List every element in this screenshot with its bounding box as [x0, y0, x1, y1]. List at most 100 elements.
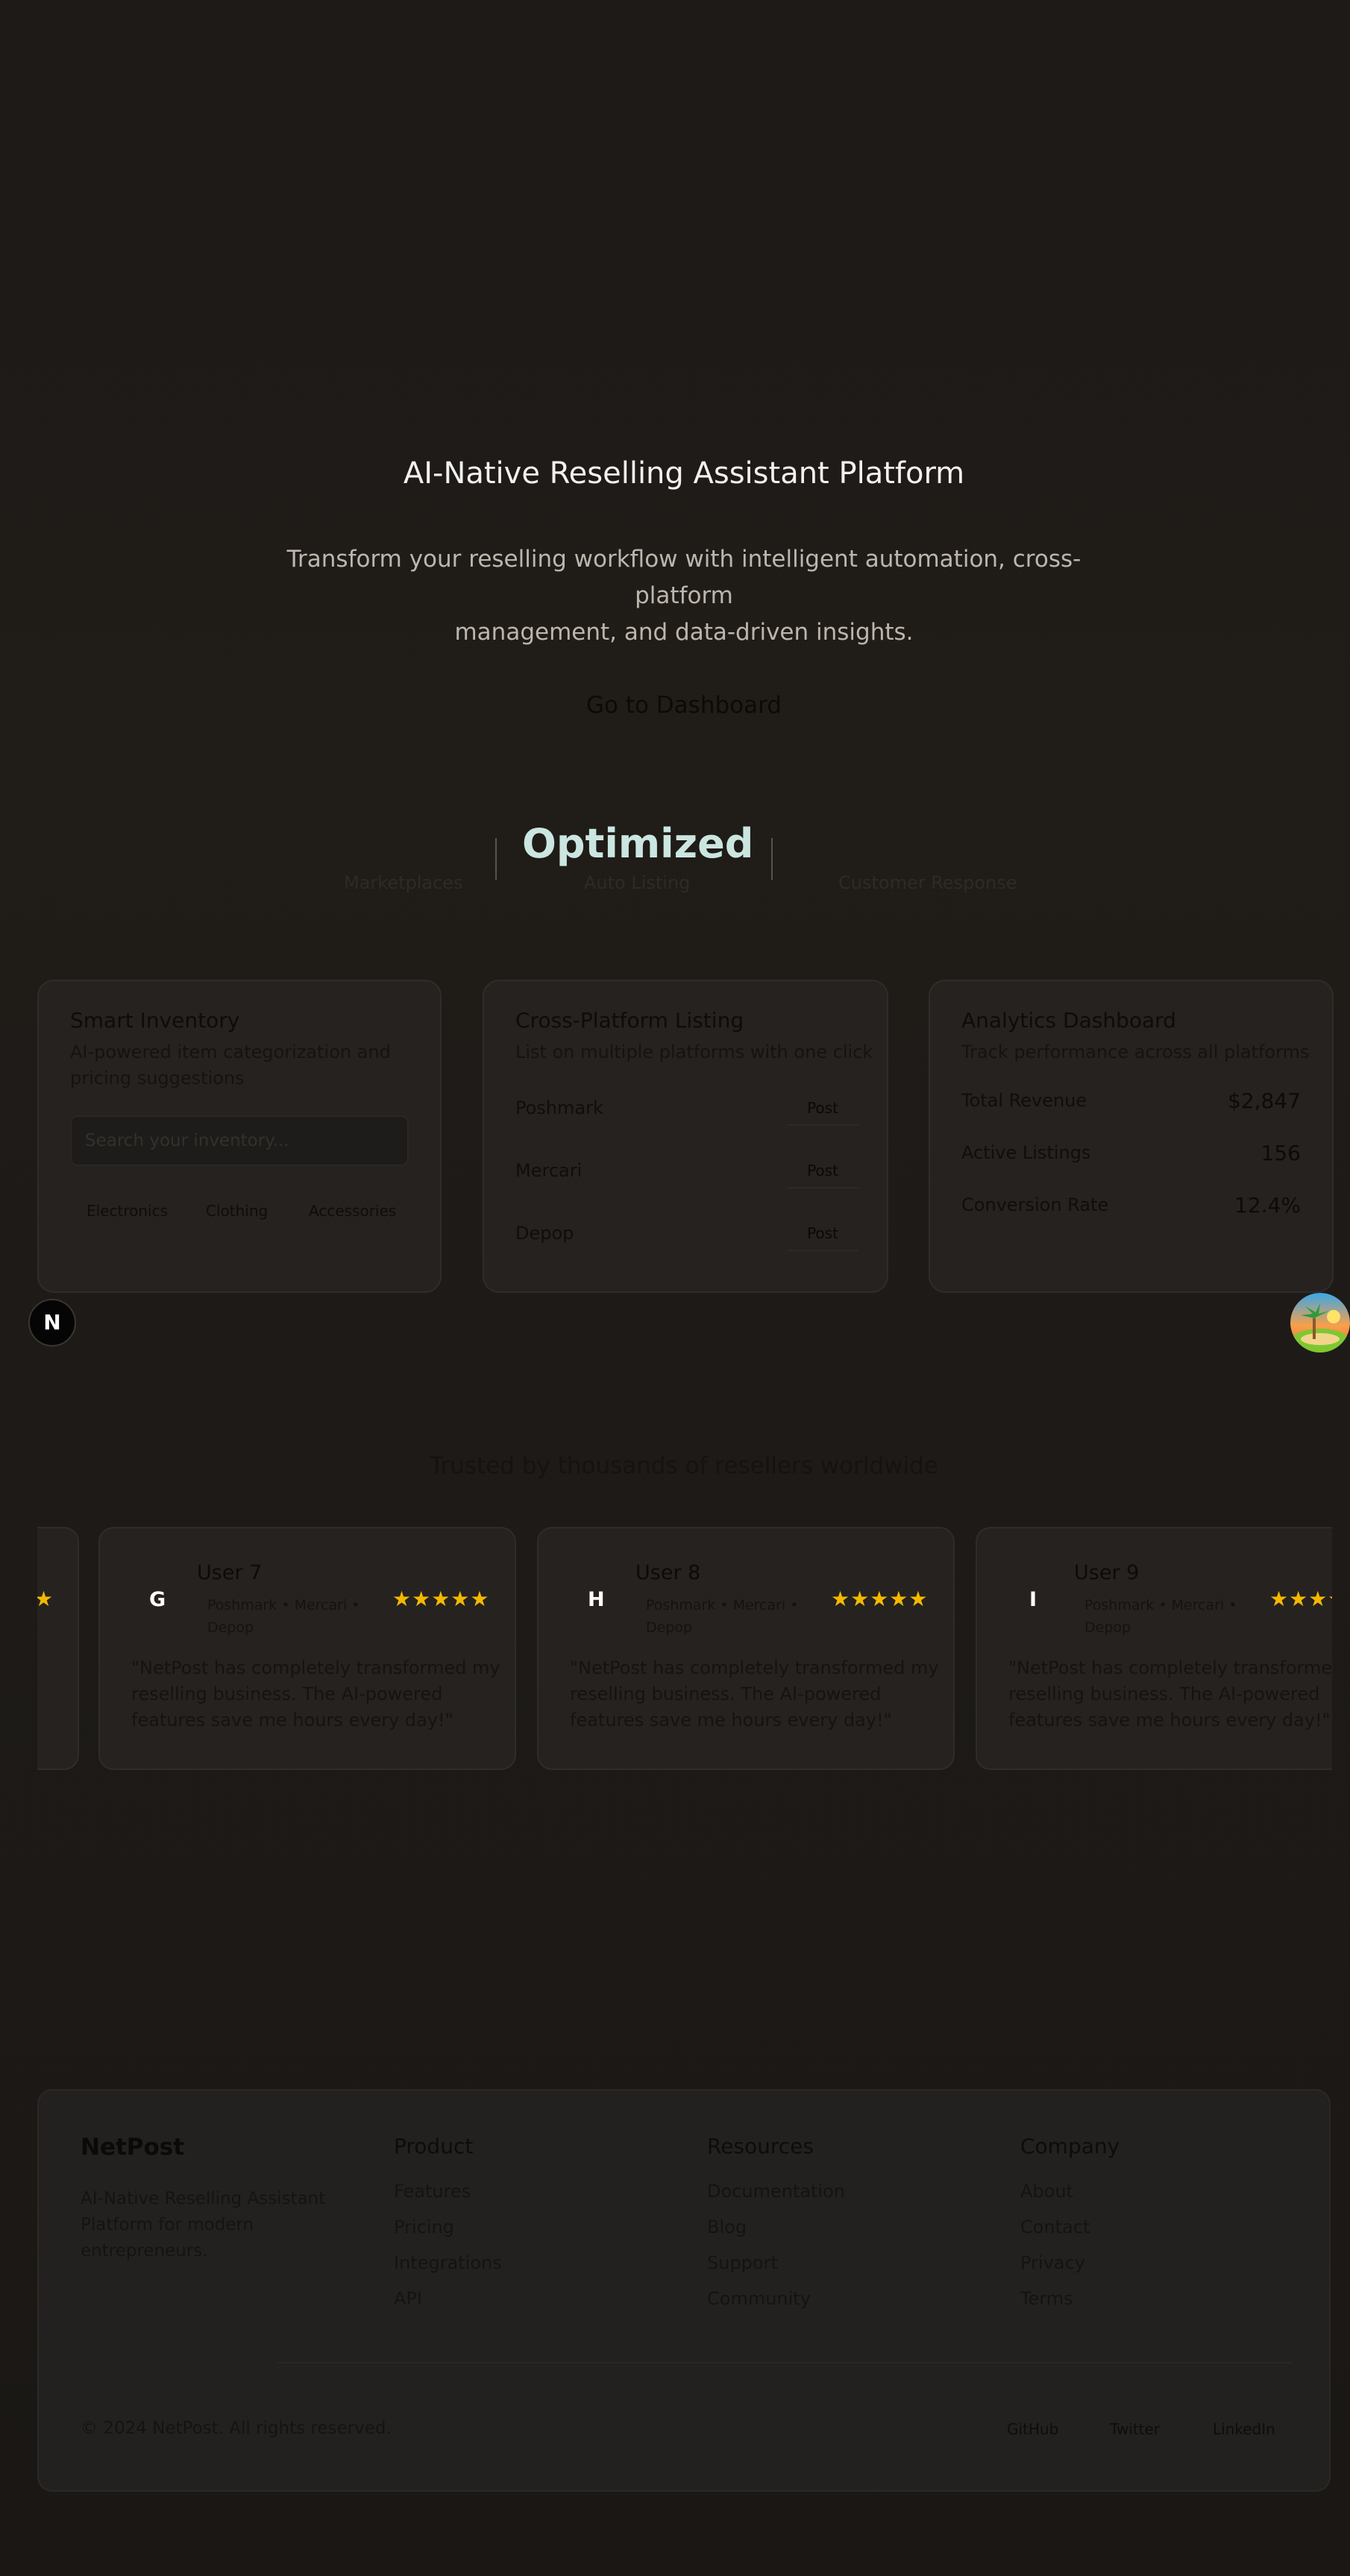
stat-highlight: Optimized: [522, 820, 754, 867]
footer-link-support[interactable]: Support: [707, 2252, 845, 2273]
footer-description-line: Platform for modern: [81, 2215, 254, 2235]
footer-copyright: © 2024 NetPost. All rights reserved.: [81, 2419, 392, 2438]
footer-link-api[interactable]: API: [394, 2288, 502, 2309]
footer-link-privacy[interactable]: Privacy: [1020, 2252, 1120, 2273]
inventory-search-input[interactable]: Search your inventory...: [70, 1115, 409, 1166]
card-description: Track performance across all platforms: [961, 1042, 1310, 1062]
footer-link-pricing[interactable]: Pricing: [394, 2217, 502, 2238]
footer-description-line: AI-Native Reselling Assistant: [81, 2189, 326, 2208]
tag-clothing[interactable]: Clothing: [206, 1202, 268, 1220]
island-avatar-icon[interactable]: [1290, 1293, 1350, 1352]
platform-label-poshmark: Poshmark: [515, 1098, 603, 1118]
user-platforms-line: Poshmark • Mercari •: [1084, 1597, 1237, 1613]
metric-label-total-revenue: Total Revenue: [961, 1090, 1087, 1111]
feature-card-analytics: Analytics Dashboard Track performance ac…: [929, 980, 1334, 1293]
next-logo-badge[interactable]: N: [28, 1299, 76, 1347]
testimonial-card: ★: [37, 1527, 79, 1770]
footer-link-blog[interactable]: Blog: [707, 2217, 845, 2238]
footer-description-line: entrepreneurs.: [81, 2241, 208, 2261]
metric-label-conversion-rate: Conversion Rate: [961, 1194, 1109, 1215]
rating-stars: ★★★★★: [392, 1587, 490, 1611]
user-platforms-line: Depop: [1084, 1619, 1131, 1636]
user-name: User 7: [197, 1561, 263, 1584]
footer-brand: NetPost: [81, 2134, 185, 2161]
footer-column-company: Company About Contact Privacy Terms: [1020, 2134, 1120, 2309]
user-platforms-line: Poshmark • Mercari •: [646, 1597, 799, 1613]
footer-column-resources: Resources Documentation Blog Support Com…: [707, 2134, 845, 2309]
feature-card-listing: Cross-Platform Listing List on multiple …: [483, 980, 888, 1293]
tag-electronics[interactable]: Electronics: [87, 1202, 168, 1220]
footer-link-github[interactable]: GitHub: [1007, 2420, 1058, 2438]
footer-column-heading: Product: [394, 2134, 474, 2158]
feature-card-inventory: Smart Inventory AI-powered item categori…: [37, 980, 442, 1293]
testimonials-heading: Trusted by thousands of resellers worldw…: [430, 1452, 938, 1479]
user-platforms-line: Poshmark • Mercari •: [207, 1597, 360, 1613]
user-platforms: Poshmark • Mercari • Depop: [207, 1594, 360, 1639]
testimonial-quote-line: reselling business. The AI-powered: [1008, 1684, 1320, 1704]
metric-value-total-revenue: $2,847: [1228, 1089, 1301, 1113]
post-button-depop[interactable]: Post: [787, 1224, 858, 1251]
card-description-line: pricing suggestions: [70, 1068, 245, 1089]
hero-subtitle-line: Transform your reselling workflow with i…: [286, 546, 1081, 609]
user-platforms: Poshmark • Mercari • Depop: [646, 1594, 799, 1639]
hero-subtitle: Transform your reselling workflow with i…: [254, 541, 1114, 651]
footer-link-features[interactable]: Features: [394, 2181, 502, 2202]
hero-subtitle-line: management, and data-driven insights.: [454, 619, 914, 646]
user-name: User 9: [1074, 1561, 1140, 1584]
metric-value-conversion-rate: 12.4%: [1234, 1193, 1301, 1218]
testimonial-quote-line: features save me hours every day!": [1008, 1710, 1331, 1731]
rating-stars: ★: [37, 1587, 54, 1611]
user-name: User 8: [635, 1561, 701, 1584]
footer: NetPost AI-Native Reselling Assistant Pl…: [37, 2089, 1331, 2492]
card-title: Analytics Dashboard: [961, 1008, 1176, 1033]
card-description: List on multiple platforms with one clic…: [515, 1042, 873, 1062]
stat-divider: [771, 838, 773, 880]
testimonial-quote-line: "NetPost has completely transformed my: [570, 1657, 939, 1678]
testimonial-quote-line: "NetPost has completely transformed my: [1008, 1657, 1332, 1678]
footer-link-linkedin[interactable]: LinkedIn: [1213, 2420, 1275, 2438]
stat-label-customer-response: Customer Response: [838, 872, 1017, 893]
footer-divider: [277, 2362, 1292, 2364]
testimonial-card: I User 9 Poshmark • Mercari • Depop ★★★★…: [976, 1527, 1332, 1770]
testimonial-quote-line: "NetPost has completely transformed my: [131, 1657, 500, 1678]
footer-link-contact[interactable]: Contact: [1020, 2217, 1120, 2238]
footer-column-heading: Resources: [707, 2134, 814, 2158]
hero-title: AI-Native Reselling Assistant Platform: [403, 456, 965, 491]
testimonial-quote-line: reselling business. The AI-powered: [131, 1684, 443, 1704]
card-title: Smart Inventory: [70, 1008, 240, 1033]
user-platforms-line: Depop: [207, 1619, 254, 1636]
footer-link-terms[interactable]: Terms: [1020, 2288, 1120, 2309]
footer-description: AI-Native Reselling Assistant Platform f…: [81, 2186, 325, 2264]
card-title: Cross-Platform Listing: [515, 1008, 744, 1033]
rating-stars: ★★★★★: [1269, 1587, 1332, 1611]
testimonial-quote: "NetPost has completely transformed my r…: [131, 1655, 500, 1733]
testimonials-carousel[interactable]: ★ G User 7 Poshmark • Mercari • Depop ★★…: [37, 1527, 1332, 1770]
post-button-mercari[interactable]: Post: [787, 1162, 858, 1188]
user-platforms-line: Depop: [646, 1619, 693, 1636]
go-to-dashboard-button[interactable]: Go to Dashboard: [0, 692, 1350, 719]
avatar: G: [149, 1588, 166, 1611]
platform-label-depop: Depop: [515, 1223, 574, 1244]
rating-stars: ★★★★★: [831, 1587, 929, 1611]
stat-label-marketplaces: Marketplaces: [344, 872, 463, 893]
footer-column-heading: Company: [1020, 2134, 1120, 2158]
testimonial-card: H User 8 Poshmark • Mercari • Depop ★★★★…: [537, 1527, 955, 1770]
footer-link-twitter[interactable]: Twitter: [1110, 2420, 1160, 2438]
avatar: I: [1029, 1588, 1037, 1611]
metric-label-active-listings: Active Listings: [961, 1142, 1091, 1163]
footer-link-documentation[interactable]: Documentation: [707, 2181, 845, 2202]
footer-link-integrations[interactable]: Integrations: [394, 2252, 502, 2273]
post-button-poshmark[interactable]: Post: [787, 1099, 858, 1126]
footer-column-product: Product Features Pricing Integrations AP…: [394, 2134, 502, 2309]
tag-accessories[interactable]: Accessories: [309, 1202, 396, 1220]
testimonial-quote: "NetPost has completely transformed my r…: [570, 1655, 939, 1733]
testimonial-quote-line: features save me hours every day!": [131, 1710, 453, 1731]
footer-link-community[interactable]: Community: [707, 2288, 845, 2309]
testimonial-quote: "NetPost has completely transformed my r…: [1008, 1655, 1332, 1733]
testimonial-card: G User 7 Poshmark • Mercari • Depop ★★★★…: [98, 1527, 516, 1770]
footer-link-about[interactable]: About: [1020, 2181, 1120, 2202]
stat-label-auto-listing: Auto Listing: [584, 872, 691, 893]
card-description: AI-powered item categorization and prici…: [70, 1039, 413, 1092]
user-platforms: Poshmark • Mercari • Depop: [1084, 1594, 1237, 1639]
stat-divider: [495, 838, 497, 880]
